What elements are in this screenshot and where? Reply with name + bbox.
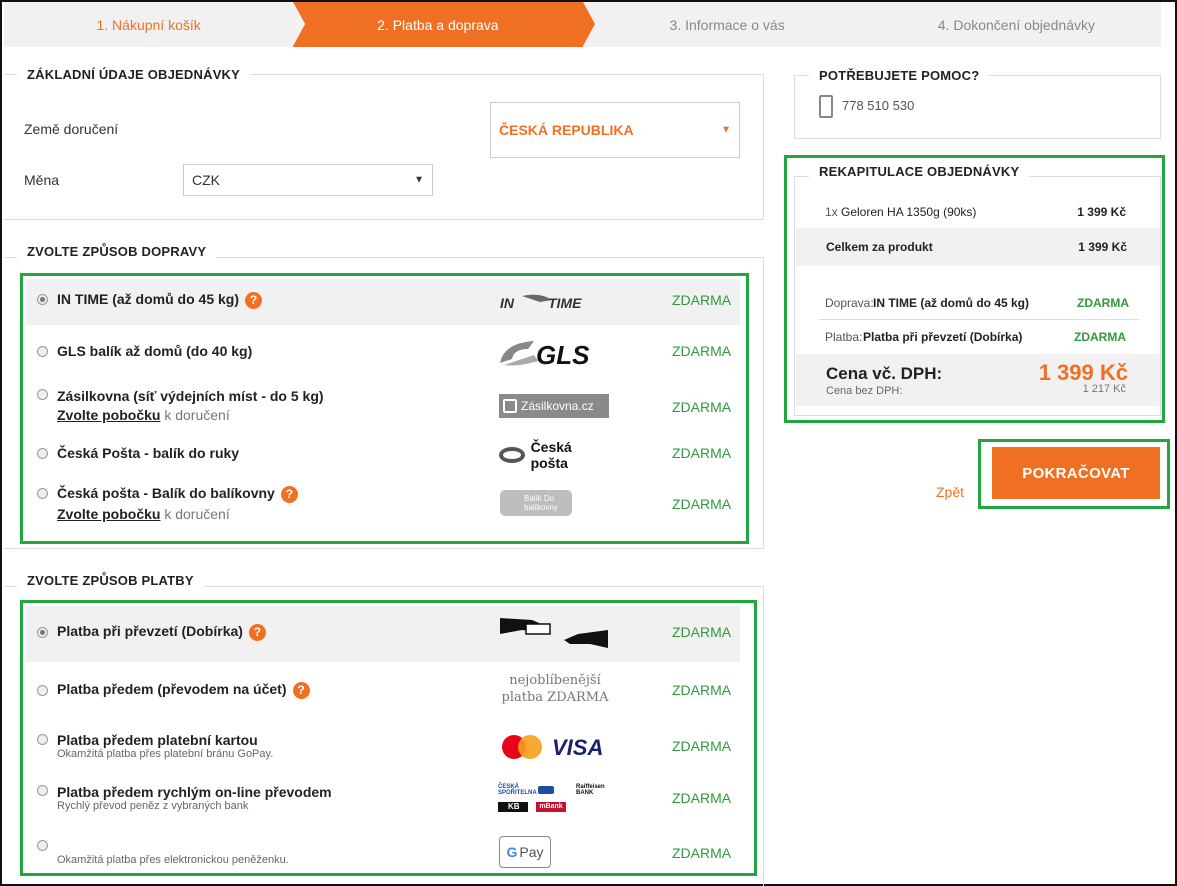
shipping-price: ZDARMA [672,496,732,512]
phone-icon [819,95,833,118]
shipping-price: ZDARMA [672,343,732,359]
gls-logo: GLS [498,337,610,370]
shipping-price: ZDARMA [672,399,732,415]
radio-button[interactable] [37,627,48,638]
promo-text: nejoblíbenější platba ZDARMA [501,673,609,705]
ceska-posta-logo: Česká pošta [499,439,611,471]
visa-icon: VISA [552,735,604,760]
basic-info-title: ZÁKLADNÍ ÚDAJE OBJEDNÁVKY [17,67,251,82]
step-info[interactable]: 3. Informace o vás [582,2,884,47]
country-label: Země doručení [24,121,119,137]
balikovna-logo: Balík Do balíkovny [500,490,572,516]
payment-price: ZDARMA [672,682,732,698]
cs-bank-logo: ČESKÁ SPOŘITELNA [498,784,537,796]
shipping-price: ZDARMA [672,292,732,308]
currency-select[interactable]: CZK ▼ [183,164,433,196]
shipping-option-intime[interactable]: IN TIME (až domů do 45 kg)? IN TIME ZDARM… [26,279,740,325]
radio-button[interactable] [37,389,48,400]
radio-button[interactable] [37,448,48,459]
payment-price: ZDARMA [672,738,732,754]
summary-total-row: Cena vč. DPH: Cena bez DPH: 1 399 Kč 1 2… [796,354,1160,406]
payment-option-online-transfer[interactable]: Platba předem rychlým on-line převodem R… [26,778,740,818]
payment-price: ZDARMA [672,790,732,806]
payment-price: ZDARMA [672,624,732,640]
intime-logo: IN TIME [500,290,610,314]
shipping-option-balikovna[interactable]: Česká pošta - Balík do balíkovny? Zvolte… [26,479,740,529]
payment-price: ZDARMA [672,845,732,861]
help-title: POTŘEBUJETE POMOC? [809,68,990,83]
back-link[interactable]: Zpět [936,484,964,500]
bank-logos: ČESKÁ SPOŘITELNA Raiffeisen BANK KB mBan… [498,782,610,816]
help-icon[interactable]: ? [292,681,310,699]
radio-button[interactable] [37,488,48,499]
help-icon[interactable]: ? [280,485,298,503]
blue-bank-icon [538,786,554,794]
radio-button[interactable] [37,294,48,305]
shipping-option-gls[interactable]: GLS balík až domů (do 40 kg) GLS ZDARMA [26,329,740,375]
gpay-icon: G Pay [499,836,551,868]
shipping-option-zasilkovna[interactable]: Zásilkovna (síť výdejních míst - do 5 kg… [26,381,740,431]
payment-option-gpay[interactable]: Okamžitá platba přes elektronickou peněž… [26,830,740,872]
payment-option-card[interactable]: Platba předem platební kartou Okamžitá p… [26,726,740,766]
chevron-down-icon: ▼ [721,124,731,136]
svg-text:GLS: GLS [536,340,590,369]
summary-shipping-row: Doprava: IN TIME (až domů do 45 kg) ZDAR… [819,286,1139,320]
checkout-steps: 1. Nákupní košík 2. Platba a doprava 3. … [4,2,1161,47]
payment-option-cod[interactable]: Platba při převzetí (Dobírka)? ZDARMA [26,606,740,662]
radio-button[interactable] [37,685,48,696]
cash-handover-icon [498,614,610,650]
shipping-title: ZVOLTE ZPŮSOB DOPRAVY [17,244,217,259]
radio-button[interactable] [37,785,48,796]
summary-payment-row: Platba: Platba při převzetí (Dobírka) ZD… [825,330,1126,344]
pick-branch-link[interactable]: Zvolte pobočku [57,407,160,423]
chevron-down-icon: ▼ [414,174,424,186]
pick-branch-link[interactable]: Zvolte pobočku [57,506,160,522]
continue-button[interactable]: POKRAČOVAT [992,447,1160,499]
svg-text:IN: IN [500,295,515,311]
help-icon[interactable]: ? [245,291,263,309]
svg-text:TIME: TIME [548,295,582,311]
summary-subtotal-row: Celkem za produkt 1 399 Kč [796,228,1160,266]
step-payment-shipping[interactable]: 2. Platba a doprava [293,2,595,47]
help-icon[interactable]: ? [248,623,266,641]
radio-button[interactable] [37,734,48,745]
radio-button[interactable] [37,346,48,357]
mastercard-icon [500,734,548,760]
step-complete[interactable]: 4. Dokončení objednávky [871,2,1161,47]
summary-item-row: 1x Geloren HA 1350g (90ks) 1 399 Kč [825,205,1126,219]
kb-logo: KB [498,802,528,812]
shipping-price: ZDARMA [672,445,732,461]
country-select[interactable]: ČESKÁ REPUBLIKA ▼ [490,102,740,158]
radio-button[interactable] [37,840,48,851]
zasilkovna-logo: Zásilkovna.cz [499,394,609,418]
raiffeisen-logo: Raiffeisen BANK [576,784,605,796]
payment-option-transfer[interactable]: Platba předem (převodem na účet)? nejobl… [26,668,740,714]
phone-number[interactable]: 778 510 530 [842,98,914,113]
shipping-option-ceska-posta[interactable]: Česká Pošta - balík do ruky Česká pošta … [26,435,740,475]
payment-title: ZVOLTE ZPŮSOB PLATBY [17,573,204,588]
currency-label: Měna [24,172,60,188]
step-cart[interactable]: 1. Nákupní košík [4,2,306,47]
mbank-logo: mBank [536,802,566,812]
